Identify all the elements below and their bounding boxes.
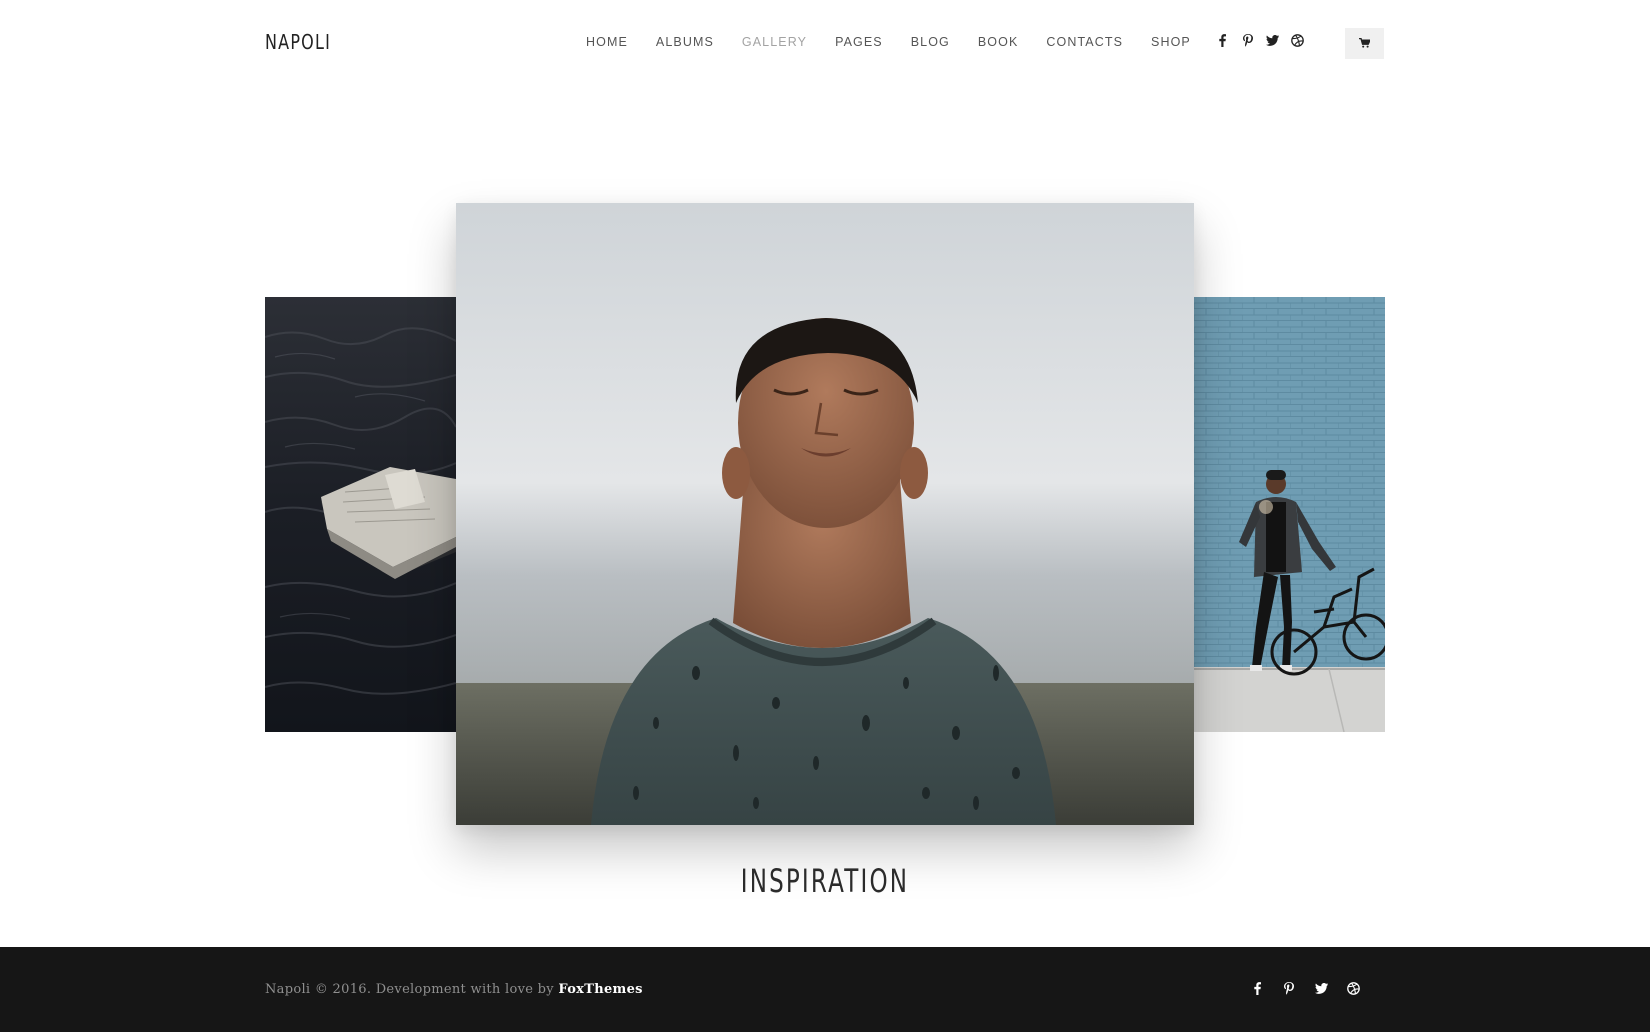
dribbble-icon[interactable] [1291,33,1304,47]
footer-social-links [1250,980,1360,996]
facebook-icon[interactable] [1216,33,1229,47]
twitter-icon[interactable] [1314,980,1328,996]
gallery-title: INSPIRATION [0,862,1650,900]
nav-item-pages[interactable]: PAGES [835,35,883,49]
nav-item-contacts[interactable]: CONTACTS [1046,35,1123,49]
site-footer: Napoli © 2016. Development with love by … [0,947,1650,1032]
nav-item-albums[interactable]: ALBUMS [656,35,714,49]
nav-item-book[interactable]: BOOK [978,35,1019,49]
pinterest-icon[interactable] [1241,33,1254,47]
cart-icon [1359,35,1372,53]
header-social-links [1216,33,1304,47]
main-nav: HOME ALBUMS GALLERY PAGES BLOG BOOK CONT… [586,35,1219,49]
nav-item-gallery[interactable]: GALLERY [742,35,807,49]
newspaper-on-water-photo[interactable] [265,297,456,732]
nav-item-shop[interactable]: SHOP [1151,35,1191,49]
man-with-bike-photo[interactable] [1194,297,1385,732]
pinterest-icon[interactable] [1282,980,1296,996]
twitter-icon[interactable] [1266,33,1279,47]
nav-item-home[interactable]: HOME [586,35,628,49]
dribbble-icon[interactable] [1346,980,1360,996]
gallery-title-text: INSPIRATION [740,862,910,900]
facebook-icon[interactable] [1250,980,1264,996]
copyright: Napoli © 2016. Development with love by … [265,982,643,997]
nav-item-blog[interactable]: BLOG [911,35,950,49]
site-logo[interactable]: NAPOLI [265,30,331,54]
cart-button[interactable] [1345,28,1384,59]
man-in-rain-photo[interactable] [456,203,1194,825]
copyright-text: Napoli © 2016. Development with love by [265,982,559,997]
foxthemes-link[interactable]: FoxThemes [558,982,642,997]
